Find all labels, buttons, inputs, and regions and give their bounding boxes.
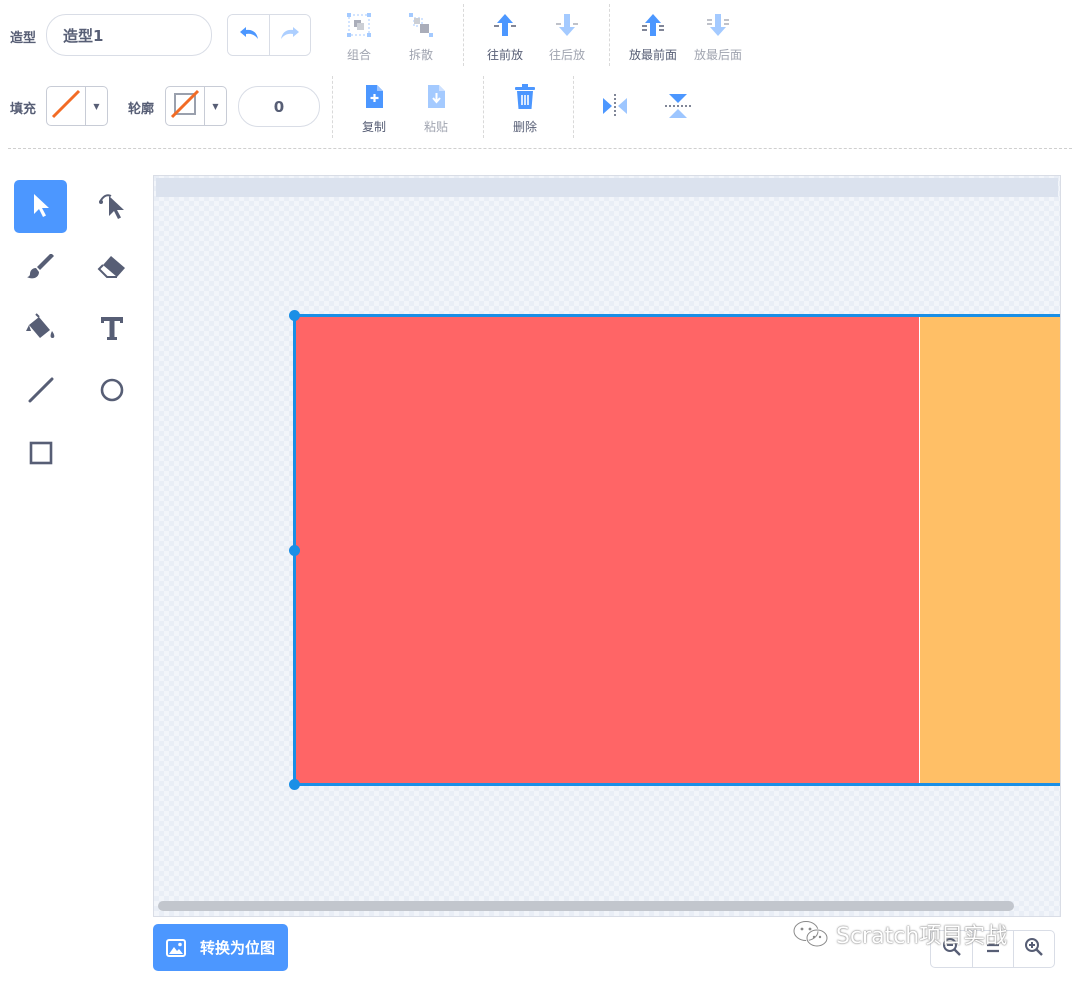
chevron-down-icon: ▼ xyxy=(204,87,226,125)
watermark-text: Scratch项目实战 xyxy=(836,924,1008,949)
selection-handle-bottom-left[interactable] xyxy=(289,779,300,790)
copy-icon xyxy=(362,84,386,114)
fill-label: 填充 xyxy=(10,102,37,117)
front-label: 放最前面 xyxy=(628,48,677,62)
costume-name-value: 造型1 xyxy=(63,26,104,45)
line-tool[interactable] xyxy=(14,365,67,418)
select-tool[interactable] xyxy=(14,180,67,233)
ungroup-button[interactable]: 拆散 xyxy=(397,12,445,63)
canvas-top-strip xyxy=(156,178,1058,197)
no-outline-icon xyxy=(168,87,202,125)
toolbar-divider xyxy=(609,4,610,66)
zoom-in-icon xyxy=(1024,937,1044,961)
flip-horizontal-button[interactable] xyxy=(600,93,630,119)
backward-button[interactable]: 往后放 xyxy=(543,12,591,63)
convert-to-bitmap-label: 转换为位图 xyxy=(200,939,276,957)
backward-icon xyxy=(554,12,580,42)
backward-label: 往后放 xyxy=(548,48,585,62)
rectangle-tool[interactable] xyxy=(14,428,67,481)
flip-horizontal-icon xyxy=(600,94,630,123)
copy-label: 复制 xyxy=(361,120,386,134)
ungroup-icon xyxy=(408,12,434,42)
reshape-tool[interactable] xyxy=(85,180,138,233)
outline-width-value: 0 xyxy=(273,97,285,116)
outline-swatch xyxy=(166,87,204,125)
circle-icon xyxy=(98,376,126,408)
undo-button[interactable] xyxy=(228,15,269,55)
fill-swatch xyxy=(47,87,85,125)
chevron-down-icon: ▼ xyxy=(85,87,107,125)
toolbar-divider xyxy=(463,4,464,66)
delete-label: 删除 xyxy=(512,120,537,134)
costume-name-input[interactable]: 造型1 xyxy=(46,14,212,56)
circle-tool[interactable] xyxy=(85,365,138,418)
arrow-cursor-icon xyxy=(30,192,52,222)
redo-button[interactable] xyxy=(269,15,310,55)
undo-icon xyxy=(238,25,260,45)
text-tool[interactable] xyxy=(85,303,138,356)
toolbar-bottom-divider xyxy=(8,148,1072,149)
forward-icon xyxy=(492,12,518,42)
group-icon xyxy=(346,12,372,42)
fill-color-picker[interactable]: ▼ xyxy=(46,86,108,126)
selection-handle-top-left[interactable] xyxy=(289,310,300,321)
horizontal-scrollbar[interactable] xyxy=(158,901,1014,911)
zoom-in-button[interactable] xyxy=(1013,931,1054,967)
outline-width-input[interactable]: 0 xyxy=(238,86,320,127)
outline-color-picker[interactable]: ▼ xyxy=(165,86,227,126)
redo-icon xyxy=(279,25,301,45)
delete-button[interactable]: 删除 xyxy=(501,84,549,135)
toolbar-divider xyxy=(573,76,574,138)
paste-button[interactable]: 粘贴 xyxy=(412,84,460,135)
convert-to-bitmap-button[interactable]: 转换为位图 xyxy=(153,924,288,971)
watermark: Scratch项目实战 xyxy=(792,918,1007,950)
fill-tool[interactable] xyxy=(14,303,67,356)
back-label: 放最后面 xyxy=(693,48,742,62)
wechat-icon xyxy=(792,919,830,949)
image-icon xyxy=(166,938,186,957)
eraser-tool[interactable] xyxy=(85,242,138,295)
paint-canvas[interactable] xyxy=(153,175,1061,917)
brush-tool[interactable] xyxy=(14,242,67,295)
forward-label: 往前放 xyxy=(486,48,523,62)
bring-to-front-icon xyxy=(640,12,666,42)
selection-handle-middle-left[interactable] xyxy=(289,545,300,556)
text-icon xyxy=(98,314,126,346)
selection-bottom-edge xyxy=(293,783,1060,786)
outline-label: 轮廓 xyxy=(128,102,155,117)
paste-label: 粘贴 xyxy=(423,120,448,134)
selection-top-edge xyxy=(293,314,1060,317)
eraser-icon xyxy=(97,254,127,284)
group-label: 组合 xyxy=(346,48,371,62)
paste-icon xyxy=(424,84,448,114)
paint-bucket-icon xyxy=(25,312,57,347)
send-to-back-icon xyxy=(705,12,731,42)
brush-icon xyxy=(26,252,56,284)
ungroup-label: 拆散 xyxy=(408,48,433,62)
costume-label: 造型 xyxy=(10,31,37,46)
flip-vertical-icon xyxy=(663,94,693,125)
flip-vertical-button[interactable] xyxy=(663,91,693,121)
toolbar-divider xyxy=(483,76,484,138)
trash-icon xyxy=(513,84,537,114)
back-button[interactable]: 放最后面 xyxy=(690,12,746,63)
rectangle-icon xyxy=(27,439,55,471)
group-button[interactable]: 组合 xyxy=(335,12,383,63)
forward-button[interactable]: 往前放 xyxy=(481,12,529,63)
undo-redo-group xyxy=(227,14,311,56)
line-icon xyxy=(27,376,55,408)
front-button[interactable]: 放最前面 xyxy=(625,12,681,63)
orange-rectangle[interactable] xyxy=(919,316,1060,783)
toolbar-divider xyxy=(332,76,333,138)
reshape-cursor-icon xyxy=(97,190,127,224)
red-rectangle[interactable] xyxy=(295,316,920,783)
copy-button[interactable]: 复制 xyxy=(350,84,398,135)
no-fill-icon xyxy=(49,87,83,125)
